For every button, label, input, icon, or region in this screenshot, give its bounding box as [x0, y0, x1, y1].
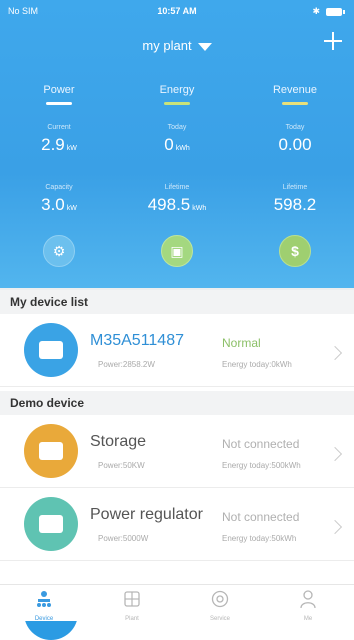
device-row-power-regulator[interactable]: Power regulator Power:5000W Not connecte…: [0, 488, 354, 561]
device-status: Not connected: [222, 437, 300, 451]
chevron-right-icon: [327, 446, 343, 462]
revenue-icon[interactable]: $: [279, 235, 311, 267]
device-energy-today: Energy today:0kWh: [222, 360, 292, 369]
stat-lifetime-energy: Lifetime 498.5 kWh: [118, 184, 236, 215]
device-name: Power regulator: [90, 506, 203, 523]
stat-today-revenue-value: 0.00: [278, 135, 312, 154]
stat-today-energy-label: Today: [167, 124, 187, 131]
device-row-m35a511487[interactable]: M35A511487 Power:2858.2W Normal Energy t…: [0, 314, 354, 387]
metric-icons: ⚙ ▣ $: [0, 235, 354, 271]
tab-energy-label: Energy: [159, 84, 195, 96]
stat-lifetime-energy-value: 498.5 kWh: [147, 195, 207, 214]
tab-revenue-label: Revenue: [272, 84, 318, 96]
status-bar: No SIM 10:57 AM ✱: [8, 6, 346, 20]
tab-device-label: Device: [34, 616, 54, 622]
stat-capacity-value: 3.0 kW: [41, 195, 77, 214]
tab-power-indicator: [46, 102, 72, 105]
bottom-tab-bar: Device Plant Service Me: [0, 584, 354, 622]
plant-selector[interactable]: my plant: [0, 38, 354, 53]
device-energy-today: Energy today:500kWh: [222, 461, 301, 470]
battery-icon: [326, 8, 346, 16]
stat-lifetime-revenue-label: Lifetime: [282, 184, 308, 191]
device-name: Storage: [90, 433, 147, 450]
power-regulator-icon: [24, 497, 78, 551]
tab-device[interactable]: Device: [0, 589, 88, 622]
user-icon: [300, 590, 316, 609]
caret-down-icon: [197, 42, 212, 51]
chevron-right-icon: [327, 519, 343, 535]
stat-capacity-label: Capacity: [45, 184, 73, 191]
stat-lifetime-revenue-value: 598.2: [273, 195, 317, 214]
tab-power-label: Power: [43, 84, 75, 96]
device-status: Not connected: [222, 510, 300, 524]
tab-me[interactable]: Me: [264, 589, 352, 622]
stat-today-revenue: Today 0.00: [236, 124, 354, 155]
stat-current-label: Current: [47, 124, 71, 131]
section-my-devices: My device list: [0, 290, 354, 314]
stat-today-energy-value: 0 kWh: [164, 135, 190, 154]
stat-today-energy: Today 0 kWh: [118, 124, 236, 155]
inverter-icon: [24, 323, 78, 377]
stat-lifetime-revenue: Lifetime 598.2: [236, 184, 354, 215]
device-power: Power:50KW: [98, 461, 145, 470]
device-row-storage[interactable]: Storage Power:50KW Not connected Energy …: [0, 415, 354, 488]
tab-energy[interactable]: Energy: [118, 84, 236, 105]
device-icon: [37, 591, 51, 607]
device-energy-today: Energy today:50kWh: [222, 534, 297, 543]
tab-power[interactable]: Power: [0, 84, 118, 105]
bluetooth-icon: ✱: [312, 6, 320, 16]
stats-row-lifetime: Capacity 3.0 kW Lifetime 498.5 kWh Lifetim…: [0, 184, 354, 228]
tab-revenue[interactable]: Revenue: [236, 84, 354, 105]
clock: 10:57 AM: [157, 6, 197, 16]
tab-plant-label: Plant: [125, 616, 139, 622]
stat-today-revenue-label: Today: [285, 124, 305, 131]
stats-row-today: Current 2.9 kW Today 0 kWh Today 0.00: [0, 124, 354, 168]
device-status: Normal: [222, 336, 261, 350]
plant-icon: [124, 591, 140, 607]
tab-revenue-indicator: [282, 102, 308, 105]
tab-me-label: Me: [303, 616, 313, 622]
tab-service-label: Service: [209, 616, 230, 622]
tab-plant[interactable]: Plant: [88, 589, 176, 622]
stat-lifetime-energy-label: Lifetime: [164, 184, 190, 191]
add-plant-button[interactable]: [322, 30, 344, 52]
stat-capacity: Capacity 3.0 kW: [0, 184, 118, 215]
stat-current: Current 2.9 kW: [0, 124, 118, 155]
storage-icon: [24, 424, 78, 478]
device-power: Power:5000W: [98, 534, 149, 543]
device-power: Power:2858.2W: [98, 360, 155, 369]
chevron-right-icon: [327, 345, 343, 361]
service-icon: [211, 590, 229, 608]
tab-energy-indicator: [164, 102, 190, 105]
energy-icon[interactable]: ▣: [161, 235, 193, 267]
stat-current-value: 2.9 kW: [41, 135, 77, 154]
tab-service[interactable]: Service: [176, 589, 264, 622]
plant-selector-label: my plant: [142, 38, 192, 53]
power-meter-icon[interactable]: ⚙: [43, 235, 75, 267]
device-name: M35A511487: [90, 332, 184, 349]
overview-panel: No SIM 10:57 AM ✱ my plant Power Energy …: [0, 0, 354, 288]
metric-tabs: Power Energy Revenue: [0, 84, 354, 114]
section-demo-devices: Demo device: [0, 391, 354, 415]
